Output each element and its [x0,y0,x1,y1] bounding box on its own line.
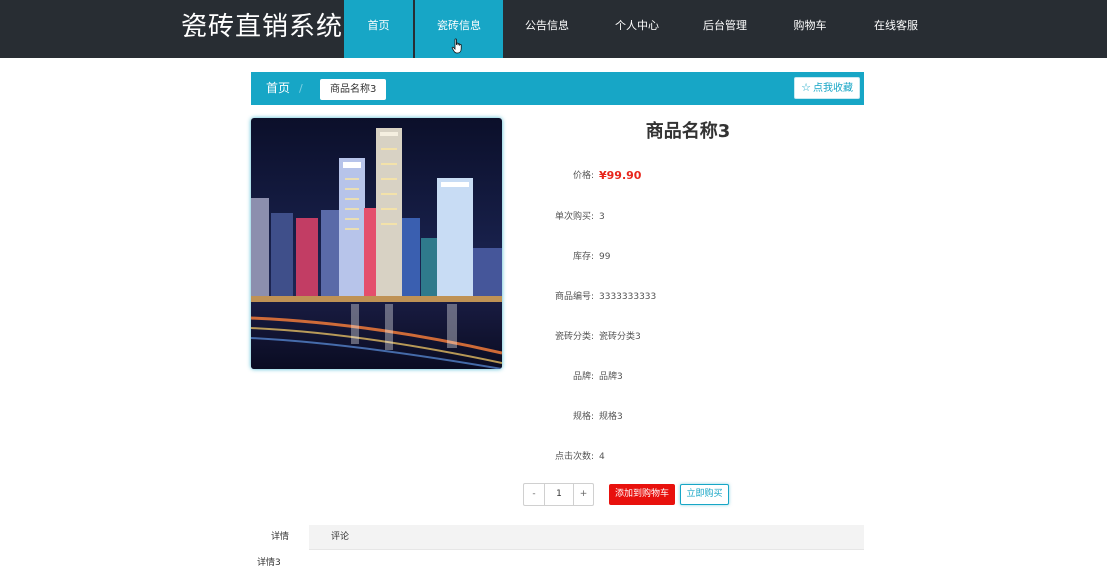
product-field-spec: 规格: 规格3 [510,409,810,425]
quantity-input[interactable] [545,484,573,505]
buy-now-button[interactable]: 立即购买 [680,484,729,505]
clicks-value: 4 [599,452,605,462]
top-navbar: 瓷砖直销系统 首页 瓷砖信息 公告信息 个人中心 后台管理 购物车 在线客服 [0,0,1107,58]
product-field-category: 瓷砖分类: 瓷砖分类3 [510,329,810,345]
product-field-stock: 库存: 99 [510,249,810,265]
favorite-button[interactable]: ☆ 点我收藏 [794,77,860,99]
brand-label: 品牌: [572,372,594,382]
site-logo-title[interactable]: 瓷砖直销系统 [181,9,343,45]
stock-label: 库存: [572,252,594,262]
spec-value: 规格3 [599,412,623,422]
product-image-graphic [251,118,502,369]
product-field-brand: 品牌: 品牌3 [510,369,810,385]
single-purchase-label: 单次购买: [554,212,594,222]
breadcrumb-home-link[interactable]: 首页 [266,72,290,105]
sku-value: 3333333333 [599,292,657,302]
product-field-clicks: 点击次数: 4 [510,449,810,465]
product-field-sku: 商品编号: 3333333333 [510,289,810,305]
add-to-cart-button[interactable]: 添加到购物车 [609,484,675,505]
favorite-button-label: 点我收藏 [813,83,853,94]
nav-item-online-service[interactable]: 在线客服 [860,0,932,58]
sku-label: 商品编号: [554,292,594,302]
product-field-single-purchase: 单次购买: 3 [510,209,810,225]
price-label: 价格: [572,171,594,181]
spec-label: 规格: [572,412,594,422]
tab-comments[interactable]: 评论 [311,525,369,550]
nav-item-user-center[interactable]: 个人中心 [602,0,672,58]
tab-details[interactable]: 详情 [251,525,309,550]
category-value: 瓷砖分类3 [599,332,641,342]
detail-tabs: 详情 评论 [251,525,864,550]
star-outline-icon: ☆ [801,81,811,94]
breadcrumb: 首页 / 商品名称3 ☆ 点我收藏 [251,72,864,105]
price-value: ¥99.90 [599,169,642,182]
nav-item-announcements[interactable]: 公告信息 [512,0,582,58]
nav-item-home[interactable]: 首页 [344,0,413,58]
details-content: 详情3 [257,558,281,568]
product-title: 商品名称3 [645,121,731,142]
product-image[interactable] [251,118,502,369]
clicks-label: 点击次数: [554,452,594,462]
quantity-increment-button[interactable]: + [573,484,593,505]
brand-value: 品牌3 [599,372,623,382]
breadcrumb-current: 商品名称3 [320,79,387,100]
quantity-stepper: - + [523,483,594,506]
nav-item-cart[interactable]: 购物车 [775,0,845,58]
nav-item-admin[interactable]: 后台管理 [690,0,760,58]
hand-cursor-icon [451,38,462,54]
single-purchase-value: 3 [599,212,605,222]
breadcrumb-separator: / [299,82,303,95]
stock-value: 99 [599,252,611,262]
quantity-decrement-button[interactable]: - [524,484,545,505]
product-field-price: 价格: ¥99.90 [510,168,810,184]
category-label: 瓷砖分类: [554,332,594,342]
